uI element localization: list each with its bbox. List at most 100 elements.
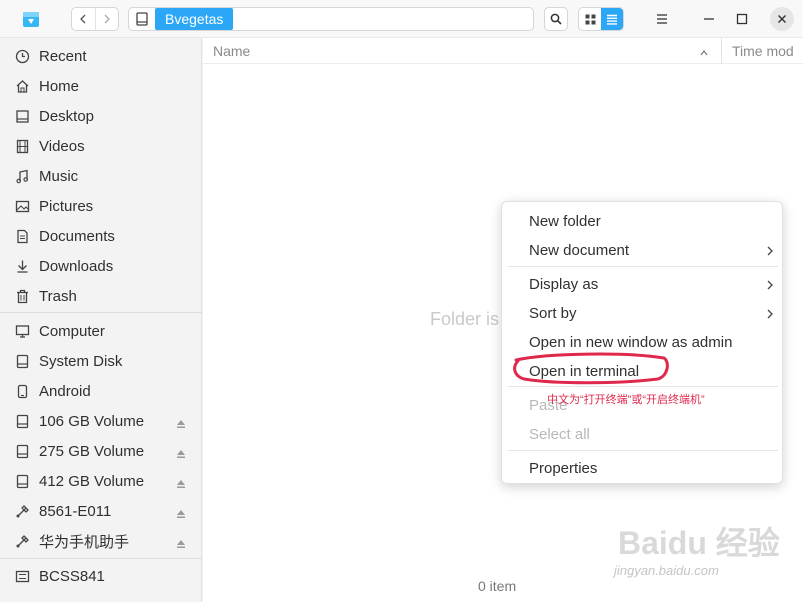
sidebar-item-android[interactable]: Android <box>0 376 202 406</box>
eject-icon[interactable] <box>176 446 186 458</box>
back-button[interactable] <box>72 8 95 30</box>
eject-icon[interactable] <box>176 416 186 428</box>
menu-separator <box>508 450 778 451</box>
sort-ascending-icon[interactable] <box>699 45 709 56</box>
menu-item-sort-by[interactable]: Sort by <box>502 299 784 327</box>
search-button[interactable] <box>544 7 568 31</box>
submenu-arrow-icon <box>766 244 774 256</box>
navigation-buttons <box>71 7 119 31</box>
sidebar-item-106gb-volume[interactable]: 106 GB Volume <box>0 406 202 436</box>
sidebar-item-label: Desktop <box>39 107 95 125</box>
chevron-right-icon <box>104 14 110 24</box>
sidebar-item-pictures[interactable]: Pictures <box>0 191 202 221</box>
title-bar: Bvegetas <box>0 0 803 38</box>
phone-icon <box>14 383 30 399</box>
sidebar-item-label: Computer <box>39 322 105 340</box>
menu-item-label: New folder <box>529 212 601 230</box>
sidebar-item-huawei-assistant[interactable]: 华为手机助手 <box>0 526 202 556</box>
sidebar-item-home[interactable]: Home <box>0 71 202 101</box>
sidebar-item-label: System Disk <box>39 352 123 370</box>
hamburger-icon <box>657 14 667 24</box>
sidebar-item-music[interactable]: Music <box>0 161 202 191</box>
disk-icon <box>14 413 30 429</box>
annotation-note: 中文为“打开终端”或“开启终端机” <box>547 394 705 406</box>
close-icon <box>778 15 786 23</box>
file-manager-app-icon <box>20 8 42 30</box>
breadcrumb-current-folder[interactable]: Bvegetas <box>155 8 234 30</box>
submenu-arrow-icon <box>766 307 774 319</box>
menu-item-label: Select all <box>529 425 590 443</box>
eject-icon[interactable] <box>176 476 186 488</box>
context-menu: New folder New document Display as Sort … <box>501 201 783 484</box>
forward-button[interactable] <box>94 8 119 30</box>
sidebar-item-trash[interactable]: Trash <box>0 281 202 311</box>
sidebar-item-label: BCSS841 <box>39 567 105 585</box>
download-icon <box>14 258 30 274</box>
sidebar-item-label: Pictures <box>39 197 94 215</box>
grid-icon <box>585 14 595 24</box>
menu-item-label: Display as <box>529 275 599 293</box>
address-bar[interactable]: Bvegetas <box>128 7 534 31</box>
icon-view-button[interactable] <box>579 8 601 30</box>
sidebar-item-bcss841[interactable]: BCSS841 <box>0 561 202 591</box>
maximize-button[interactable] <box>730 7 754 31</box>
sidebar-item-label: 106 GB Volume <box>39 412 145 430</box>
sidebar-item-desktop[interactable]: Desktop <box>0 101 202 131</box>
menu-separator <box>508 266 778 267</box>
watermark-logo-text: Baidu 经验 <box>618 525 780 561</box>
clock-icon <box>14 48 30 64</box>
chevron-left-icon <box>80 14 86 24</box>
minimize-icon <box>704 18 714 20</box>
view-mode-toggle <box>578 7 624 31</box>
list-view-button[interactable] <box>601 8 623 30</box>
usb-icon <box>14 533 30 549</box>
sidebar-item-computer[interactable]: Computer <box>0 316 202 346</box>
sidebar-item-label: Android <box>39 382 91 400</box>
sidebar-item-videos[interactable]: Videos <box>0 131 202 161</box>
submenu-arrow-icon <box>766 278 774 290</box>
list-icon <box>607 14 617 25</box>
sidebar-item-recent[interactable]: Recent <box>0 41 202 71</box>
sidebar-item-label: 华为手机助手 <box>39 533 130 551</box>
disk-icon <box>14 443 30 459</box>
eject-icon[interactable] <box>176 536 186 548</box>
menu-button[interactable] <box>650 7 674 31</box>
sidebar-item-8561-e011[interactable]: 8561-E011 <box>0 496 202 526</box>
sidebar-item-label: 8561-E011 <box>39 502 112 520</box>
sidebar-item-label: Documents <box>39 227 115 245</box>
menu-item-new-folder[interactable]: New folder <box>502 207 784 235</box>
sidebar-item-275gb-volume[interactable]: 275 GB Volume <box>0 436 202 466</box>
menu-item-new-document[interactable]: New document <box>502 236 784 264</box>
sidebar-item-412gb-volume[interactable]: 412 GB Volume <box>0 466 202 496</box>
sidebar-item-label: Recent <box>39 47 87 65</box>
sidebar-item-documents[interactable]: Documents <box>0 221 202 251</box>
annotation-highlight-ring <box>513 352 669 385</box>
menu-item-properties[interactable]: Properties <box>502 454 784 482</box>
home-icon <box>14 78 30 94</box>
film-icon <box>14 138 30 154</box>
menu-item-display-as[interactable]: Display as <box>502 270 784 298</box>
column-divider[interactable] <box>721 38 722 64</box>
menu-item-label: Properties <box>529 459 598 477</box>
maximize-icon <box>736 13 748 25</box>
document-icon <box>14 228 30 244</box>
menu-item-label: New document <box>529 241 630 259</box>
sidebar-divider <box>0 558 202 559</box>
column-name[interactable]: Name <box>213 43 250 59</box>
close-button[interactable] <box>770 7 794 31</box>
menu-item-label: Sort by <box>529 304 577 322</box>
sidebar-item-label: Trash <box>39 287 77 305</box>
sidebar-item-label: 275 GB Volume <box>39 442 145 460</box>
menu-item-select-all: Select all <box>502 420 784 448</box>
baidu-watermark: Baidu 经验 jingyan.baidu.com <box>614 514 794 584</box>
eject-icon[interactable] <box>176 506 186 518</box>
column-time-modified[interactable]: Time mod <box>732 43 794 59</box>
search-icon <box>550 13 562 25</box>
sidebar-item-downloads[interactable]: Downloads <box>0 251 202 281</box>
minimize-button[interactable] <box>697 7 721 31</box>
disk-icon <box>14 473 30 489</box>
drive-icon <box>14 568 30 584</box>
sidebar-item-system-disk[interactable]: System Disk <box>0 346 202 376</box>
menu-separator <box>508 386 778 387</box>
sidebar-divider <box>0 312 202 313</box>
